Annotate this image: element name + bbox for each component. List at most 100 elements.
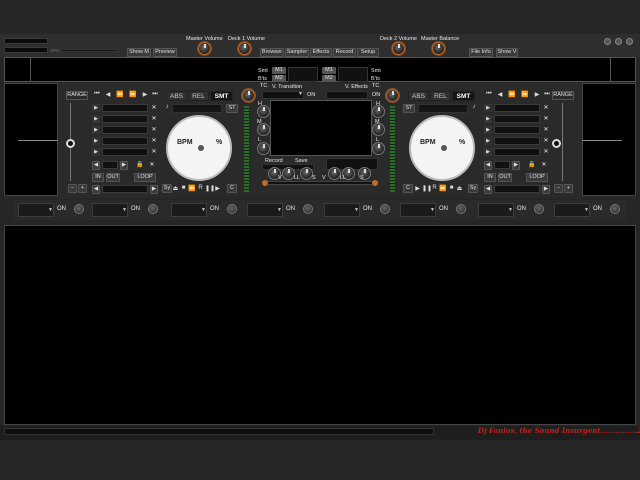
right-mode-abs[interactable]: ABS [408,91,429,101]
cue-play-5[interactable]: ▶ [92,148,100,156]
cue-play-1[interactable]: ▶ [484,104,492,112]
loop-slider[interactable] [494,185,540,193]
left-note-icon[interactable]: ♪ [163,104,171,110]
rewind-icon[interactable]: ⏪ [506,91,518,98]
loop-slider[interactable] [102,185,148,193]
fast-back-icon[interactable]: ⏪ [188,185,196,192]
cue-play-5[interactable]: ▶ [484,148,492,156]
minimize-icon[interactable] [604,38,611,45]
cue-play-4[interactable]: ▶ [484,137,492,145]
right-pitch-handle[interactable] [552,139,561,148]
deck1-volume-knob[interactable] [238,42,251,55]
tab-effects[interactable]: Effects [310,48,332,57]
cue-play-3[interactable]: ▶ [484,126,492,134]
fx-dropdown-icon[interactable]: ▼ [430,207,435,213]
cue-play-1[interactable]: ▶ [92,104,100,112]
left-st-button[interactable]: ST [226,104,238,113]
left-mode-rel[interactable]: REL [188,91,209,101]
crossfader-track[interactable] [264,181,378,185]
left-eq-low-knob[interactable] [257,142,270,155]
fx-on-2[interactable]: ON [131,206,140,212]
cue-delete-2[interactable]: ✕ [150,115,158,123]
right-eq-low-knob[interactable] [372,142,385,155]
cue-row-1[interactable] [494,104,540,112]
right-in-button[interactable]: IN [484,173,496,182]
cue-row-5[interactable] [102,148,148,156]
right-out-button[interactable]: OUT [498,173,512,182]
forward-icon[interactable]: ⏩ [519,91,531,98]
stop-icon[interactable]: ■ [448,185,455,191]
fx-knob-3[interactable] [227,204,237,214]
master-balance-knob[interactable] [432,42,445,55]
cue-delete-5[interactable]: ✕ [150,148,158,156]
v-effects-on[interactable]: ON [372,92,380,98]
left-gain-knob[interactable] [242,89,255,102]
show-v-button[interactable]: Show V [496,48,518,57]
v-effects-select[interactable] [326,91,368,99]
master-volume-knob[interactable] [198,42,211,55]
file-info-button[interactable]: File Info [469,48,493,57]
cue-row-3[interactable] [102,126,148,134]
cue-row-5[interactable] [494,148,540,156]
cue-play-2[interactable]: ▶ [484,115,492,123]
fx-on-7[interactable]: ON [517,206,526,212]
loop-clear-icon[interactable]: ✕ [148,161,156,169]
right-pitch-minus[interactable]: − [554,184,563,193]
reverse-icon[interactable]: R [431,185,438,191]
cue-row-3[interactable] [494,126,540,134]
preview-button[interactable]: Preview [153,48,177,57]
left-in-button[interactable]: IN [92,173,104,182]
show-m-button[interactable]: Show M [127,48,151,57]
cue-row-4[interactable] [102,137,148,145]
deck2-volume-knob[interactable] [392,42,405,55]
fx-on-6[interactable]: ON [439,206,448,212]
right-sync-button[interactable]: Sy [468,184,478,193]
left-eq-high-knob[interactable] [257,105,270,118]
left-sync-button[interactable]: Sy [162,184,172,193]
cue-delete-1[interactable]: ✕ [542,104,550,112]
prev-icon[interactable]: ◀ [103,91,113,98]
fast-forward-icon[interactable]: ⏩ [439,185,447,192]
loop-next-button[interactable]: ▶ [512,161,520,170]
reverse-icon[interactable]: R [197,185,204,191]
right-cue-button[interactable]: C [403,184,413,193]
right-st-button[interactable]: ST [403,104,415,113]
fx-dropdown-icon[interactable]: ▼ [48,207,53,213]
fx-on-1[interactable]: ON [57,206,66,212]
browser-area[interactable] [4,225,636,425]
fx-knob-5[interactable] [380,204,390,214]
loop-next-button[interactable]: ▶ [120,161,128,170]
right-mode-smt[interactable]: SMT [452,91,475,101]
loop-clear-icon[interactable]: ✕ [540,161,548,169]
fx-on-3[interactable]: ON [210,206,219,212]
eject-icon[interactable]: ⏏ [172,185,179,192]
play-icon[interactable]: ▶ [414,185,421,192]
right-loop-double-button[interactable]: ▶ [542,185,550,194]
right-loop-button[interactable]: LOOP [526,173,548,182]
loop-prev-button[interactable]: ◀ [484,161,492,170]
left-loop-button[interactable]: LOOP [134,173,156,182]
rewind-icon[interactable]: ⏪ [114,91,126,98]
cue-play-2[interactable]: ▶ [92,115,100,123]
m1-left-button[interactable]: M1 [272,67,286,74]
fx-dropdown-icon[interactable]: ▼ [584,207,589,213]
left-jog-wheel[interactable]: BPM % [166,115,232,181]
left-cue-button[interactable]: C [227,184,237,193]
cue-delete-4[interactable]: ✕ [150,137,158,145]
lock-icon[interactable]: 🔒 [136,161,144,169]
right-mode-rel[interactable]: REL [430,91,451,101]
stop-icon[interactable]: ■ [180,185,187,191]
right-note-icon[interactable]: ♪ [470,104,478,110]
left-loop-half-button[interactable]: ◀ [92,185,100,194]
left-pitch-plus[interactable]: + [78,184,87,193]
fx-dropdown-icon[interactable]: ▼ [508,207,513,213]
fx-on-4[interactable]: ON [286,206,295,212]
cue-delete-2[interactable]: ✕ [542,115,550,123]
left-out-button[interactable]: OUT [106,173,120,182]
close-icon[interactable] [626,38,633,45]
fx-on-5[interactable]: ON [363,206,372,212]
left-mode-abs[interactable]: ABS [166,91,187,101]
right-range-button[interactable]: RANGE [552,91,574,100]
left-range-button[interactable]: RANGE [66,91,88,100]
left-mode-smt[interactable]: SMT [210,91,233,101]
